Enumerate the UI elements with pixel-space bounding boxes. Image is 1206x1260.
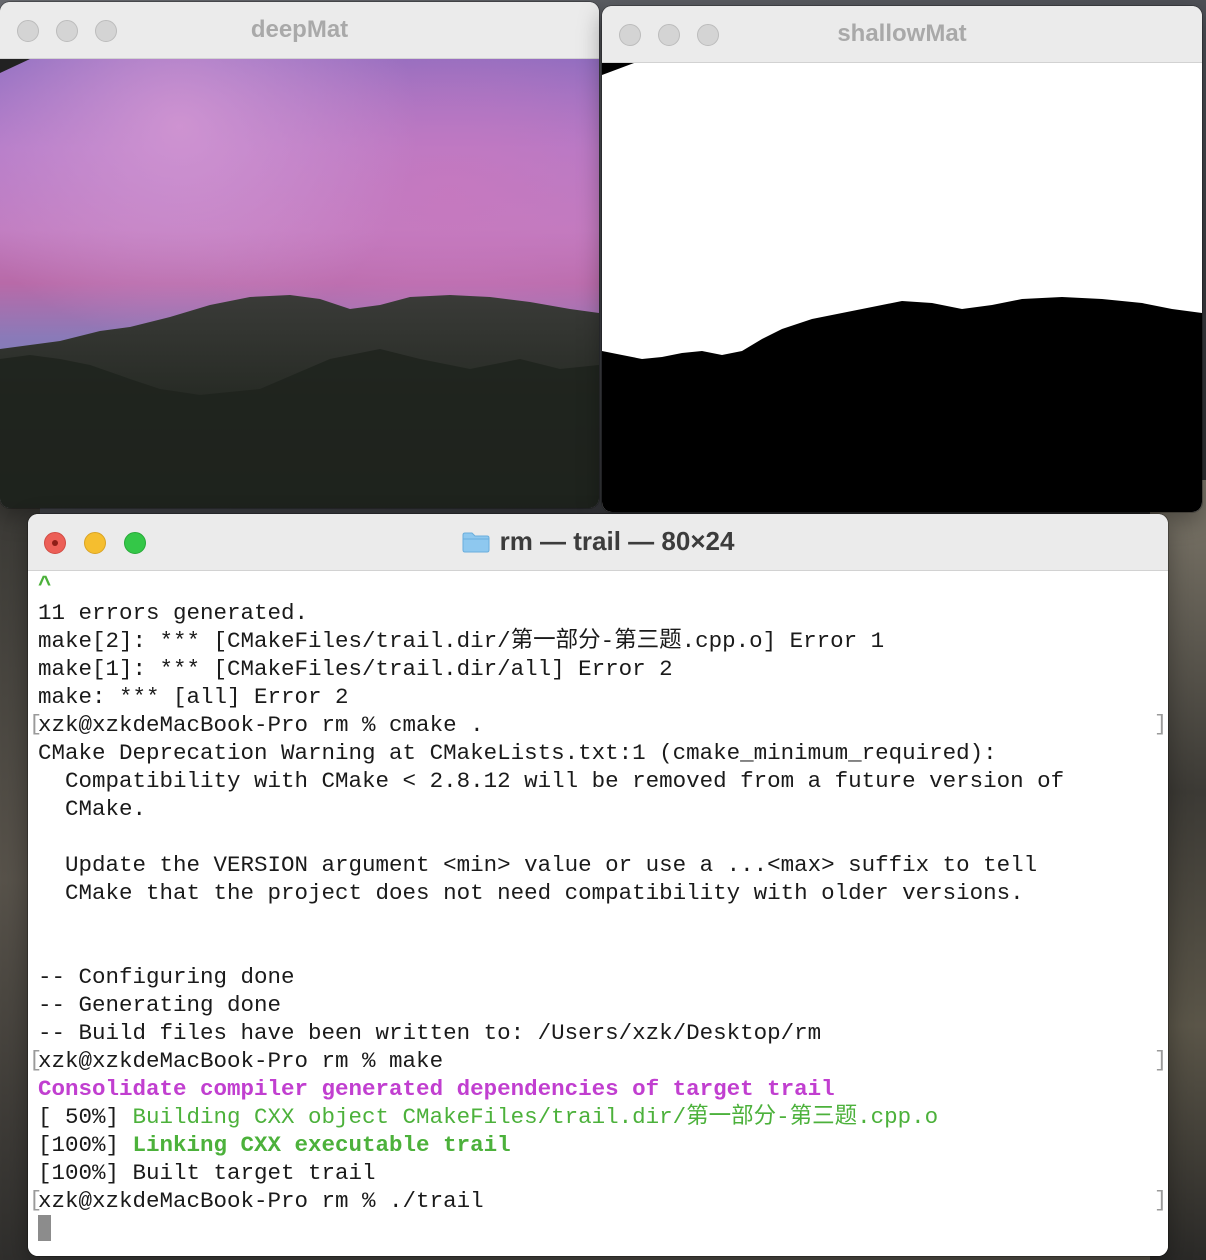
terminal-output[interactable]: ^ 11 errors generated. make[2]: *** [CMake…	[28, 571, 1168, 1256]
terminal-line: [ 50%] Building CXX object CMakeFiles/tr…	[38, 1103, 1168, 1131]
terminal-line-text: -- Configuring done	[38, 964, 295, 990]
terminal-line-text: CMake that the project does not need com…	[38, 880, 1024, 906]
terminal-line-text: Compatibility with CMake < 2.8.12 will b…	[38, 768, 1065, 794]
terminal-line: [100%] Linking CXX executable trail	[38, 1131, 1168, 1159]
terminal-line-text: -- Build files have been written to: /Us…	[38, 1020, 822, 1046]
terminal-line-text: CMake.	[38, 796, 147, 822]
terminal-line: make: *** [all] Error 2	[38, 683, 1168, 711]
prompt-mark-left-icon: [	[29, 1048, 43, 1073]
prompt-mark-left-icon: [	[29, 1188, 43, 1213]
terminal-line-colored-text: Building CXX object CMakeFiles/trail.dir…	[132, 1104, 939, 1130]
terminal-line: 11 errors generated.	[38, 599, 1168, 627]
terminal-line-text: xzk@xzkdeMacBook-Pro rm % make	[38, 1048, 444, 1074]
terminal-line: CMake Deprecation Warning at CMakeLists.…	[38, 739, 1168, 767]
terminal-line: Update the VERSION argument <min> value …	[38, 851, 1168, 879]
text-cursor	[38, 1215, 51, 1241]
terminal-line: Compatibility with CMake < 2.8.12 will b…	[38, 767, 1168, 795]
terminal-line-text: xzk@xzkdeMacBook-Pro rm % cmake .	[38, 712, 484, 738]
terminal-line-text: make[2]: *** [CMakeFiles/trail.dir/第一部分-…	[38, 628, 885, 654]
window-title: deepMat	[250, 16, 349, 43]
prompt-mark-right-icon: ]	[1154, 1048, 1168, 1073]
terminal-line-text: [100%] Built target trail	[38, 1160, 376, 1186]
terminal-line-text: [ 50%]	[38, 1104, 133, 1130]
terminal-line: -- Configuring done	[38, 963, 1168, 991]
terminal-title: rm — trail — 80×24	[499, 526, 735, 556]
terminal-line: CMake that the project does not need com…	[38, 879, 1168, 907]
deepmat-window[interactable]: deepMat	[0, 2, 599, 508]
terminal-line-text: xzk@xzkdeMacBook-Pro rm % ./trail	[38, 1188, 484, 1214]
terminal-line: make[2]: *** [CMakeFiles/trail.dir/第一部分-…	[38, 627, 1168, 655]
binary-mask	[602, 63, 1202, 512]
terminal-title-wrap: rm — trail — 80×24	[28, 526, 1168, 557]
terminal-line-text: make: *** [all] Error 2	[38, 684, 349, 710]
terminal-cursor-line	[38, 1215, 1168, 1243]
window-title: shallowMat	[837, 20, 967, 47]
terminal-line: [100%] Built target trail	[38, 1159, 1168, 1187]
prompt-mark-left-icon: [	[29, 712, 43, 737]
terminal-line-text: Consolidate compiler generated dependenc…	[38, 1076, 835, 1102]
terminal-prompt-line: xzk@xzkdeMacBook-Pro rm % make[]	[29, 1047, 1168, 1075]
shallowmat-titlebar[interactable]: shallowMat	[602, 6, 1202, 63]
terminal-prompt-line: xzk@xzkdeMacBook-Pro rm % cmake .[]	[29, 711, 1168, 739]
terminal-titlebar[interactable]: rm — trail — 80×24	[28, 514, 1168, 571]
terminal-line: -- Generating done	[38, 991, 1168, 1019]
shallowmat-image	[602, 63, 1202, 512]
terminal-line-text: [100%]	[38, 1132, 133, 1158]
terminal-line-text: ^	[38, 572, 52, 598]
terminal-window[interactable]: rm — trail — 80×24 ^ 11 errors generated.…	[28, 514, 1168, 1256]
terminal-line: -- Build files have been written to: /Us…	[38, 1019, 1168, 1047]
mountain-silhouette	[0, 59, 599, 508]
shallowmat-window[interactable]: shallowMat	[602, 6, 1202, 512]
terminal-line: ^	[38, 571, 1168, 599]
terminal-line-text: CMake Deprecation Warning at CMakeLists.…	[38, 740, 997, 766]
deepmat-image	[0, 59, 599, 508]
terminal-line: Consolidate compiler generated dependenc…	[38, 1075, 1168, 1103]
prompt-mark-right-icon: ]	[1154, 712, 1168, 737]
terminal-line-text: 11 errors generated.	[38, 600, 309, 626]
terminal-line-text: make[1]: *** [CMakeFiles/trail.dir/all] …	[38, 656, 673, 682]
terminal-line-colored-text: Linking CXX executable trail	[132, 1132, 511, 1158]
terminal-line: CMake.	[38, 795, 1168, 823]
terminal-line-text: Update the VERSION argument <min> value …	[38, 852, 1038, 878]
terminal-line: make[1]: *** [CMakeFiles/trail.dir/all] …	[38, 655, 1168, 683]
deepmat-titlebar[interactable]: deepMat	[0, 2, 599, 59]
terminal-prompt-line: xzk@xzkdeMacBook-Pro rm % ./trail[]	[29, 1187, 1168, 1215]
folder-icon	[462, 529, 490, 553]
prompt-mark-right-icon: ]	[1154, 1188, 1168, 1213]
terminal-line-text: -- Generating done	[38, 992, 282, 1018]
